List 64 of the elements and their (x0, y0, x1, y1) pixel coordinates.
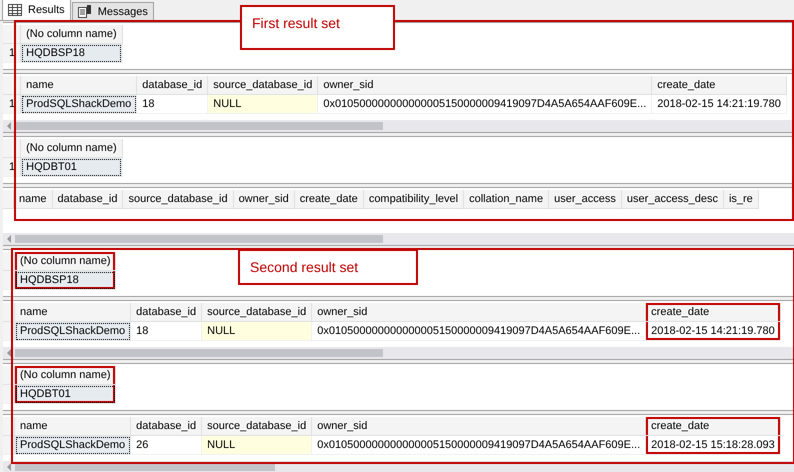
column-header: owner_sid (312, 417, 646, 436)
table-cell[interactable]: NULL (208, 94, 318, 114)
column-header: collation_name (464, 190, 549, 208)
column-header: name (14, 190, 52, 208)
table-cell[interactable]: NULL (202, 322, 312, 340)
scroll-left-icon (7, 122, 11, 130)
table-cell[interactable]: 2018-02-15 14:21:19.780 (646, 322, 780, 340)
document-icon (78, 5, 92, 18)
column-header: (No column name) (14, 252, 116, 270)
horizontal-scrollbar[interactable] (3, 120, 794, 132)
table-cell[interactable]: 18 (136, 94, 208, 114)
table-cell[interactable]: ProdSQLShackDemo (14, 436, 131, 454)
column-header: user_access_desc (621, 190, 724, 208)
table-cell[interactable]: 26 (130, 436, 202, 454)
column-header: name (14, 417, 131, 436)
column-header: (No column name) (20, 25, 122, 44)
table-cell[interactable]: HQDBSP18 (20, 44, 122, 62)
table-cell[interactable]: 2018-02-15 15:18:28.093 (646, 436, 780, 454)
callout-label: Second result set (238, 249, 418, 285)
callout-label: First result set (240, 5, 395, 50)
table-cell[interactable]: ProdSQLShackDemo (14, 322, 131, 340)
column-header: create_date (646, 303, 780, 322)
column-header: (No column name) (20, 139, 122, 158)
column-header: is_re (723, 190, 758, 208)
scrollbar-thumb[interactable] (15, 235, 383, 243)
tab[interactable]: Results (2, 0, 71, 20)
table-cell[interactable]: 0x010500000000000005150000009419097D4A5A654AAF609E... (318, 94, 652, 114)
column-header: compatibility_level (363, 190, 464, 208)
column-header: name (14, 303, 131, 322)
column-header: source_database_id (208, 76, 318, 94)
column-header: database_id (130, 303, 202, 322)
column-header: database_id (136, 76, 208, 94)
table-cell[interactable]: ProdSQLShackDemo (20, 94, 137, 114)
table-cell[interactable]: 18 (130, 322, 202, 340)
column-header: owner_sid (312, 303, 646, 322)
tab[interactable]: Messages (72, 2, 154, 20)
column-header: create_date (294, 190, 364, 208)
scroll-left-icon (7, 463, 11, 471)
scrollbar-thumb[interactable] (15, 122, 383, 130)
column-header: source_database_id (122, 190, 234, 208)
table-cell[interactable]: NULL (202, 436, 312, 454)
table-cell[interactable]: 2018-02-15 14:21:19.780 (652, 94, 786, 114)
horizontal-scrollbar[interactable] (3, 233, 794, 245)
column-header: source_database_id (202, 417, 312, 436)
column-header: create_date (652, 76, 786, 94)
table-cell[interactable]: HQDBT01 (14, 384, 116, 404)
table-cell[interactable]: HQDBSP18 (14, 270, 116, 290)
column-header: name (20, 76, 137, 94)
column-header: (No column name) (14, 366, 116, 384)
scroll-left-icon (7, 235, 11, 243)
table-cell[interactable]: 0x010500000000000005150000009419097D4A5A654AAF609E... (312, 436, 646, 454)
column-header: source_database_id (202, 303, 312, 322)
column-header: owner_sid (233, 190, 294, 208)
scrollbar-thumb[interactable] (15, 349, 383, 357)
column-header: create_date (646, 417, 780, 436)
column-header: owner_sid (318, 76, 652, 94)
column-header: user_access (548, 190, 622, 208)
horizontal-scrollbar[interactable] (3, 347, 794, 359)
scroll-left-icon (7, 349, 11, 357)
table-cell[interactable]: HQDBT01 (20, 158, 122, 176)
table-cell[interactable]: 0x010500000000000005150000009419097D4A5A654AAF609E... (312, 322, 646, 340)
column-header: database_id (52, 190, 123, 208)
column-header: database_id (130, 417, 202, 436)
grid-icon (8, 4, 22, 16)
